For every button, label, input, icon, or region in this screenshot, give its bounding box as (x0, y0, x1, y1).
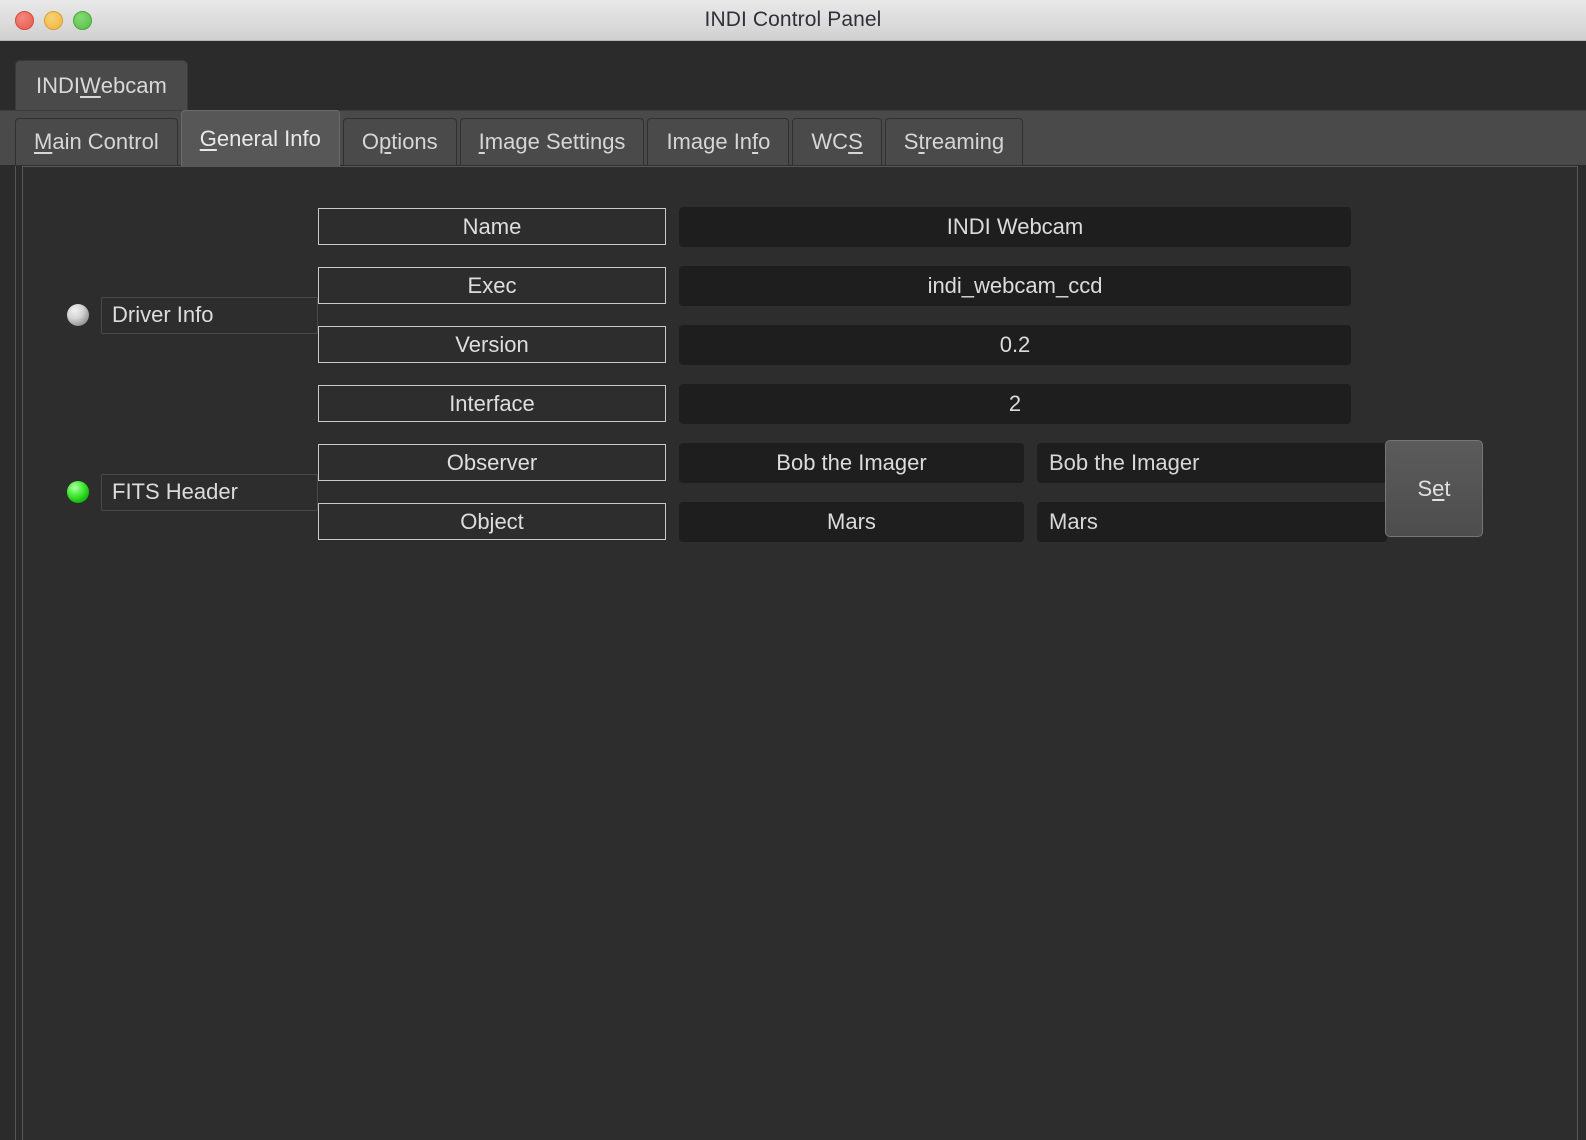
field-label-object: Object (318, 503, 666, 540)
tab-options[interactable]: Op tions (342, 118, 457, 166)
driver-info-state-led (67, 304, 89, 326)
field-value-interface: 2 (679, 383, 1351, 424)
minimize-button[interactable] (44, 10, 63, 30)
field-value-object: Mars (679, 501, 1024, 542)
tab-label-post: o (758, 129, 771, 154)
field-value-version: 0.2 (679, 324, 1351, 365)
tab-label-pre: S (903, 129, 919, 154)
fits-header-label: FITS Header (101, 473, 318, 511)
device-tab-label-mnemonic: W (80, 72, 101, 98)
property-row: Exec indi_webcam_ccd (318, 256, 1577, 315)
tab-label-post: ain Control (52, 129, 159, 154)
window-title: INDI Control Panel (704, 8, 882, 31)
field-value-exec: indi_webcam_ccd (679, 265, 1351, 306)
tab-wcs[interactable]: WC S (792, 118, 882, 166)
tab-image-settings[interactable]: Image Settings (459, 118, 645, 166)
general-info-panel: Driver Info Name INDI Webcam Exec indi_w… (22, 166, 1578, 1140)
panel-frame-line (15, 166, 16, 1140)
field-label-exec: Exec (318, 267, 666, 304)
driver-info-label: Driver Info (101, 296, 318, 334)
field-label-version: Version (318, 326, 666, 363)
field-label-name: Name (318, 208, 666, 245)
close-button[interactable] (15, 10, 34, 30)
property-group-driver-info: Driver Info Name INDI Webcam Exec indi_w… (23, 197, 1577, 433)
set-button-label-post: t (1444, 475, 1451, 501)
set-button[interactable]: Set (1385, 440, 1483, 537)
tab-label-mnemonic: M (34, 129, 53, 154)
field-value-observer: Bob the Imager (679, 442, 1024, 483)
tab-label-pre: O (361, 129, 379, 154)
object-input[interactable] (1037, 501, 1387, 542)
set-button-label-pre: S (1417, 475, 1433, 501)
zoom-button[interactable] (73, 10, 92, 30)
tab-label-post: eneral Info (216, 125, 321, 151)
field-label-interface: Interface (318, 385, 666, 422)
property-row: Version 0.2 (318, 315, 1577, 374)
property-tab-bar: Main Control General Info Op tions Image … (15, 110, 1024, 166)
window-controls (0, 10, 92, 30)
device-tab-indi-webcam[interactable]: INDI Webcam (15, 60, 188, 110)
tab-image-info[interactable]: Image In f o (647, 118, 790, 166)
title-bar: INDI Control Panel (0, 0, 1586, 41)
tab-label-mnemonic: p (378, 129, 392, 154)
driver-info-rows: Name INDI Webcam Exec indi_webcam_ccd Ve… (318, 197, 1577, 433)
device-tab-bar: INDI Webcam (15, 60, 188, 110)
tab-label-mnemonic: S (848, 129, 863, 154)
property-row: Name INDI Webcam (318, 197, 1577, 256)
tab-label-post: tions (391, 129, 438, 154)
observer-input[interactable] (1037, 442, 1387, 483)
tab-label-post: mage Settings (484, 129, 626, 154)
tab-main-control[interactable]: Main Control (15, 118, 178, 166)
device-tab-label-post: ebcam (100, 72, 167, 98)
tab-label-pre: Image In (666, 129, 753, 154)
property-group-fits-header: FITS Header Observer Bob the Imager Obje… (23, 433, 1577, 551)
property-row: Interface 2 (318, 374, 1577, 433)
tab-label-post: reaming (924, 129, 1005, 154)
field-value-name: INDI Webcam (679, 206, 1351, 247)
field-label-observer: Observer (318, 444, 666, 481)
device-tab-label-pre: INDI (36, 72, 80, 98)
indi-control-panel-window: INDI Control Panel INDI Webcam Main Cont… (0, 0, 1586, 1140)
window-body: INDI Webcam Main Control General Info Op… (0, 41, 1586, 1140)
fits-header-group-header: FITS Header (23, 473, 318, 511)
set-button-label-mnemonic: e (1432, 475, 1445, 501)
property-groups: Driver Info Name INDI Webcam Exec indi_w… (23, 167, 1577, 551)
fits-header-state-led (67, 481, 89, 503)
tab-label-pre: WC (811, 129, 849, 154)
tab-general-info[interactable]: General Info (180, 110, 340, 166)
tab-streaming[interactable]: St reaming (884, 118, 1024, 166)
driver-info-group-header: Driver Info (23, 296, 318, 334)
tab-label-mnemonic: G (199, 125, 217, 151)
